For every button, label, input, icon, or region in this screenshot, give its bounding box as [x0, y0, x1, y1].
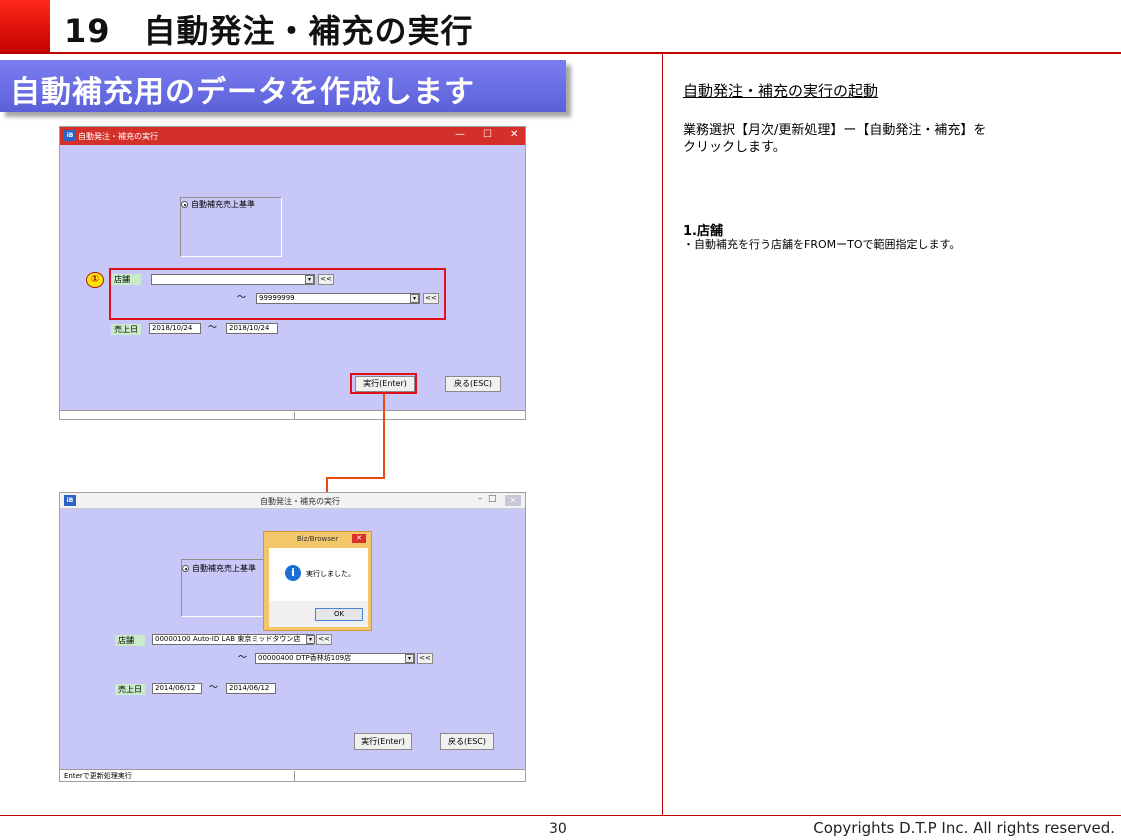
chevron-down-icon[interactable]: ▾: [405, 654, 414, 663]
page-title: 19 自動発注・補充の実行: [64, 12, 474, 50]
radio-sales-basis[interactable]: 自動補充売上基準: [181, 199, 255, 210]
radio-sales-basis[interactable]: 自動補充売上基準: [182, 563, 256, 574]
store-from-search-button[interactable]: <<: [316, 634, 332, 645]
store-to-select[interactable]: 00000400 DTP香林坊109店: [255, 653, 415, 664]
range-tilde: 〜: [208, 323, 218, 333]
connector-line: [383, 394, 385, 478]
status-separator: [294, 412, 295, 419]
app-icon: iB: [64, 130, 76, 141]
range-tilde: 〜: [238, 653, 248, 663]
sales-date-label: 売上日: [115, 684, 145, 695]
radio-icon: [182, 565, 189, 572]
sales-date-to-input[interactable]: 2014/06/12: [226, 683, 276, 694]
window-title: 自動発注・補充の実行: [78, 132, 158, 141]
maximize-icon[interactable]: ☐: [483, 129, 492, 140]
sales-date-from-input[interactable]: 2018/10/24: [149, 323, 201, 334]
range-tilde: 〜: [209, 683, 219, 693]
status-bar: [60, 410, 525, 419]
maximize-icon[interactable]: □: [488, 494, 497, 504]
ok-button[interactable]: OK: [315, 608, 363, 621]
footer-divider: [0, 815, 1121, 816]
header-divider: [0, 52, 1121, 54]
execute-button-highlight: [350, 373, 417, 394]
step-description: ・自動補充を行う店舗をFROMーTOで範囲指定します。: [683, 238, 961, 251]
store-from-select[interactable]: 00000100 Auto-ID LAB 東京ミッドタウン店: [152, 634, 314, 645]
banner-text: 自動補充用のデータを作成します: [10, 75, 475, 110]
section-banner: 自動補充用のデータを作成します: [0, 60, 566, 112]
back-button[interactable]: 戻る(ESC): [445, 376, 501, 392]
close-icon[interactable]: ✕: [510, 129, 518, 140]
dialog-footer: OK: [269, 601, 368, 627]
info-icon: i: [285, 565, 301, 581]
sales-date-to-input[interactable]: 2018/10/24: [226, 323, 278, 334]
store-to-search-button[interactable]: <<: [417, 653, 433, 664]
chevron-down-icon[interactable]: ▾: [306, 635, 315, 644]
minimize-icon[interactable]: —: [455, 129, 465, 140]
radio-label: 自動補充売上基準: [192, 564, 256, 573]
window-title: 自動発注・補充の実行: [260, 497, 340, 506]
dialog-message: 実行しました。: [306, 570, 355, 578]
close-icon[interactable]: ✕: [505, 495, 521, 506]
sales-date-label: 売上日: [111, 324, 141, 335]
header-accent-bar: [0, 0, 50, 52]
store-label: 店舗: [115, 635, 145, 646]
sales-date-from-input[interactable]: 2014/06/12: [152, 683, 202, 694]
execute-button[interactable]: 実行(Enter): [354, 733, 412, 750]
copyright-text: Copyrights D.T.P Inc. All rights reserve…: [813, 819, 1115, 837]
connector-line: [327, 477, 385, 479]
window-titlebar: iB 自動発注・補充の実行 – □ ✕: [60, 493, 525, 509]
window-titlebar: iB 自動発注・補充の実行 — ☐ ✕: [60, 127, 525, 145]
store-range-highlight: [109, 268, 446, 320]
instruction-heading: 自動発注・補充の実行の起動: [683, 82, 879, 100]
status-bar: Enterで更新処理実行: [60, 769, 525, 781]
step-badge: ①: [86, 272, 104, 288]
status-text: Enterで更新処理実行: [64, 772, 132, 780]
vertical-divider: [662, 54, 663, 815]
instruction-paragraph: 業務選択【月次/更新処理】ー【自動発注・補充】を クリックします。: [683, 123, 987, 155]
radio-icon: [181, 201, 188, 208]
dialog-body: i 実行しました。 OK: [269, 548, 368, 627]
page-number: 30: [549, 821, 567, 837]
app-icon: iB: [64, 495, 76, 506]
message-dialog: Biz/Browser ✕ i 実行しました。 OK: [263, 531, 372, 631]
back-button[interactable]: 戻る(ESC): [440, 733, 494, 750]
dialog-close-icon[interactable]: ✕: [352, 534, 366, 543]
minimize-icon[interactable]: –: [478, 494, 483, 504]
radio-label: 自動補充売上基準: [191, 200, 255, 209]
status-separator: [294, 771, 295, 781]
slide-page: 19 自動発注・補充の実行 自動補充用のデータを作成します 自動発注・補充の実行…: [0, 0, 1121, 840]
